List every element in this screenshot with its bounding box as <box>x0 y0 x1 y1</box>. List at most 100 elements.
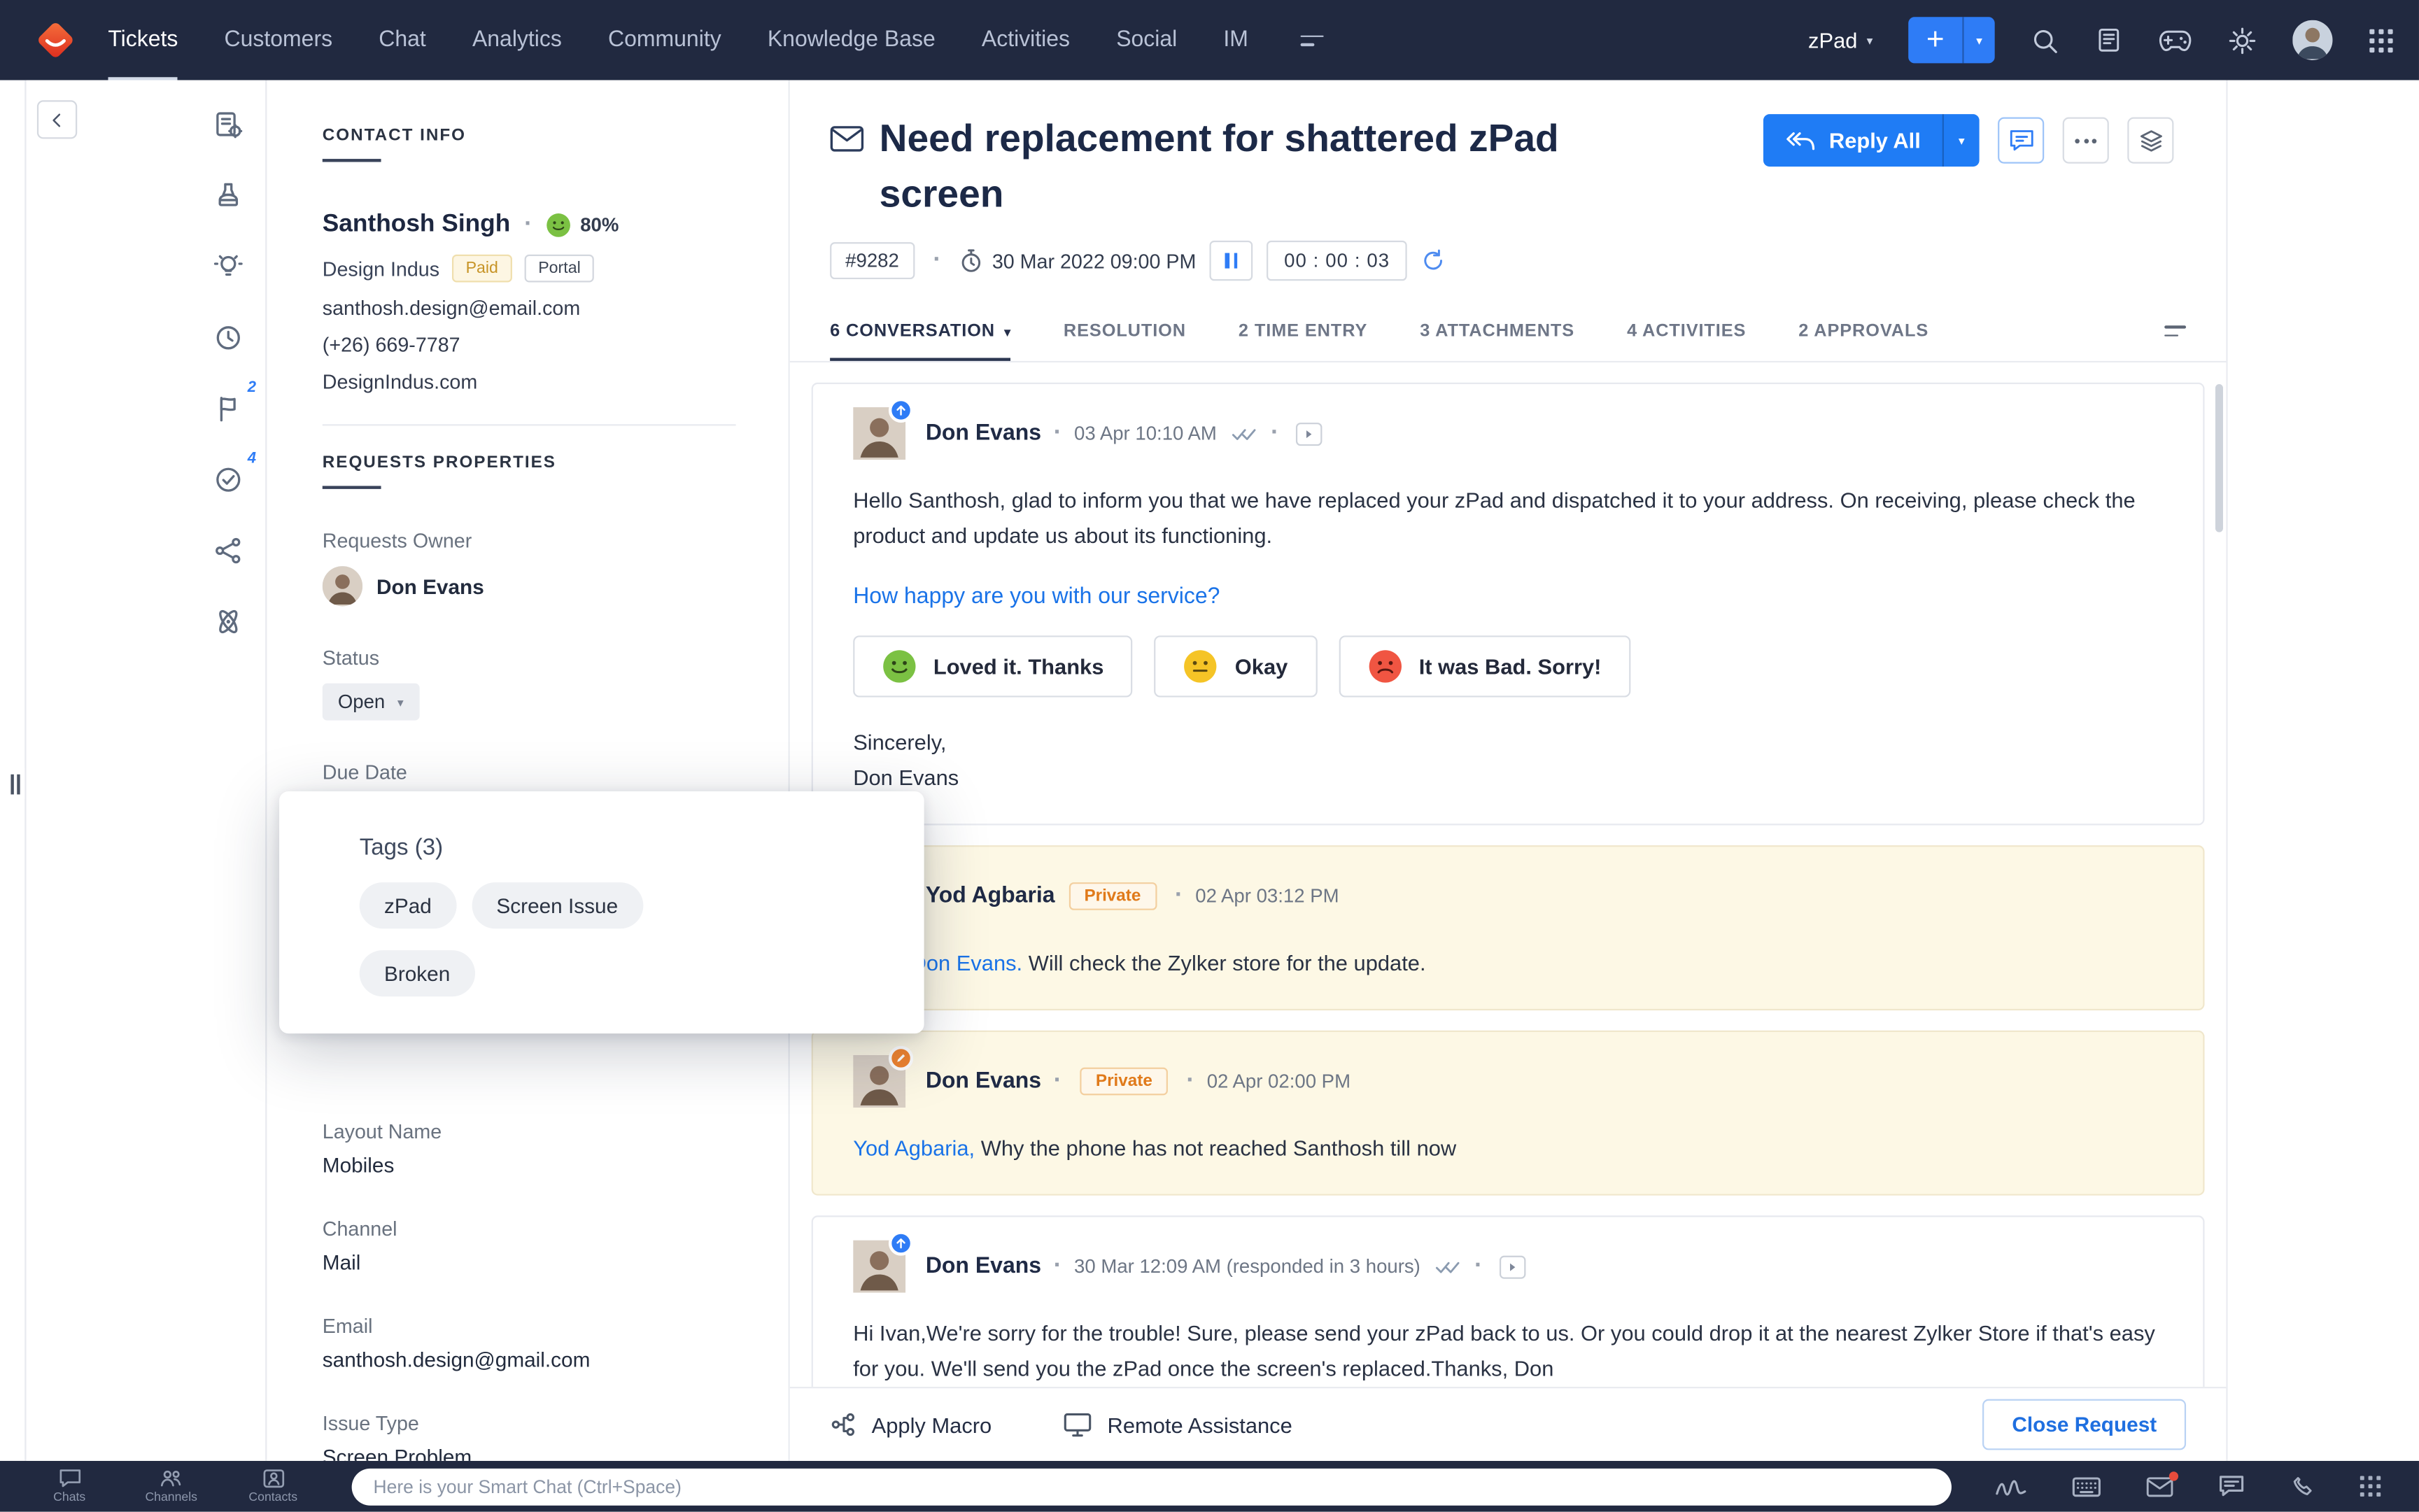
ticket-title: Need replacement for shattered zPad scre… <box>879 117 1559 216</box>
tab-attachments[interactable]: 3 ATTACHMENTS <box>1420 306 1574 361</box>
channel-value[interactable]: Mail <box>323 1251 736 1274</box>
check-badge: 4 <box>247 450 256 468</box>
bulb-icon[interactable] <box>197 232 259 302</box>
notebook-icon[interactable] <box>2095 26 2123 54</box>
survey-okay-button[interactable]: Okay <box>1155 635 1318 698</box>
topnav-right: zPad ▾ + ▾ <box>1808 17 2395 64</box>
message-body: Hello Santhosh, glad to inform you that … <box>853 487 2136 548</box>
stamp-icon[interactable] <box>197 160 259 231</box>
signature-line-1: Sincerely, <box>853 729 947 755</box>
smart-chat-input[interactable] <box>373 1475 1931 1497</box>
channels-button[interactable]: Channels <box>120 1469 223 1504</box>
chevron-down-icon: ▾ <box>397 695 404 709</box>
tab-conversation[interactable]: 6 CONVERSATION ▾ <box>830 306 1011 361</box>
nav-customers[interactable]: Customers <box>225 0 333 80</box>
reply-all-button[interactable]: Reply All ▾ <box>1763 114 1980 167</box>
close-request-button[interactable]: Close Request <box>1982 1399 2187 1450</box>
tab-approvals[interactable]: 2 APPROVALS <box>1798 306 1928 361</box>
nav-im[interactable]: IM <box>1223 0 1248 80</box>
separator-dot <box>1469 1252 1487 1280</box>
contact-website[interactable]: DesignIndus.com <box>323 370 736 393</box>
nav-more-icon[interactable] <box>1300 0 1324 80</box>
message-time: 03 Apr 10:10 AM <box>1074 423 1217 444</box>
nav-tickets[interactable]: Tickets <box>108 0 178 80</box>
zia-pen-icon[interactable] <box>1995 1476 2027 1497</box>
sent-badge-icon <box>888 397 914 423</box>
game-controller-icon[interactable] <box>2158 29 2192 52</box>
integrations-atom-icon[interactable] <box>197 586 259 657</box>
contact-company[interactable]: Design Indus <box>323 257 439 280</box>
panel-resize-handle[interactable] <box>6 768 25 800</box>
mention-link[interactable]: Don Evans. <box>911 950 1023 975</box>
contact-name[interactable]: Santhosh Singh <box>323 211 510 239</box>
smart-chat-input-wrapper <box>351 1467 1952 1505</box>
survey-loved-it-button[interactable]: Loved it. Thanks <box>853 635 1134 698</box>
add-new-button[interactable]: + ▾ <box>1908 17 1995 64</box>
expand-message-icon[interactable] <box>1500 1255 1526 1278</box>
tag-pill[interactable]: Screen Issue <box>472 882 643 929</box>
check-circle-icon[interactable]: 4 <box>197 444 259 515</box>
status-dropdown[interactable]: Open ▾ <box>322 683 419 721</box>
tab-resolution[interactable]: RESOLUTION <box>1064 306 1186 361</box>
ticket-tabs: 6 CONVERSATION ▾ RESOLUTION 2 TIME ENTRY… <box>789 306 2227 363</box>
email-value[interactable]: santhosh.design@gmail.com <box>323 1348 736 1371</box>
scrollbar-thumb[interactable] <box>2215 383 2223 532</box>
contact-phone[interactable]: (+26) 669-7787 <box>323 333 736 356</box>
nav-analytics[interactable]: Analytics <box>472 0 562 80</box>
more-actions-button[interactable] <box>2062 117 2109 164</box>
keyboard-icon[interactable] <box>2072 1476 2101 1497</box>
reply-options-caret-icon[interactable]: ▾ <box>1942 114 1980 167</box>
survey-bad-button[interactable]: It was Bad. Sorry! <box>1339 635 1631 698</box>
layers-button[interactable] <box>2127 117 2174 164</box>
apps-grid-icon[interactable] <box>2359 1475 2382 1498</box>
survey-question-link[interactable]: How happy are you with our service? <box>853 585 2163 609</box>
owner-name[interactable]: Don Evans <box>376 574 484 598</box>
mail-notification-icon[interactable] <box>2146 1471 2179 1497</box>
chat-bubble-icon[interactable] <box>2218 1475 2244 1498</box>
plus-icon[interactable]: + <box>1908 17 1964 64</box>
tab-activities[interactable]: 4 ACTIVITIES <box>1627 306 1746 361</box>
issue-type-value[interactable]: Screen Problem <box>323 1446 736 1461</box>
tag-pill[interactable]: zPad <box>359 882 457 929</box>
apply-macro-button[interactable]: Apply Macro <box>830 1411 992 1437</box>
department-label: zPad <box>1808 27 1858 52</box>
search-icon[interactable] <box>2030 25 2059 55</box>
share-icon[interactable] <box>197 515 259 586</box>
ticket-properties-icon[interactable] <box>197 90 259 160</box>
contact-email[interactable]: santhosh.design@email.com <box>323 296 736 319</box>
message-author[interactable]: Don Evans <box>926 1254 1041 1278</box>
mention-link[interactable]: Yod Agbaria, <box>853 1136 975 1160</box>
nav-community[interactable]: Community <box>608 0 721 80</box>
tabs-more-icon[interactable] <box>2164 325 2187 337</box>
status-value: Open <box>337 691 386 713</box>
add-new-caret-icon[interactable]: ▾ <box>1964 17 1995 63</box>
chats-button[interactable]: Chats <box>18 1469 120 1504</box>
message-author[interactable]: Yod Agbaria <box>926 884 1055 908</box>
contacts-button[interactable]: Contacts <box>222 1469 324 1504</box>
timer-reset-icon[interactable] <box>1420 248 1445 273</box>
timer-pause-button[interactable] <box>1210 240 1253 281</box>
nav-knowledge-base[interactable]: Knowledge Base <box>768 0 936 80</box>
flag-icon[interactable]: 2 <box>197 374 259 444</box>
history-icon[interactable] <box>197 302 259 373</box>
nav-chat[interactable]: Chat <box>379 0 426 80</box>
user-avatar[interactable] <box>2292 20 2333 60</box>
phone-icon[interactable] <box>2290 1474 2314 1499</box>
apps-grid-icon[interactable] <box>2368 27 2394 53</box>
tab-time-entry[interactable]: 2 TIME ENTRY <box>1239 306 1367 361</box>
message-author[interactable]: Don Evans <box>926 421 1041 446</box>
nav-activities[interactable]: Activities <box>982 0 1070 80</box>
remote-assistance-button[interactable]: Remote Assistance <box>1063 1411 1292 1437</box>
back-button[interactable] <box>36 100 78 139</box>
contact-panel: CONTACT INFO Santhosh Singh 80% Design I… <box>267 80 790 1461</box>
channels-label: Channels <box>145 1490 197 1504</box>
comment-button[interactable] <box>1998 117 2045 164</box>
expand-message-icon[interactable] <box>1296 421 1323 446</box>
zoho-desk-logo-icon[interactable] <box>34 18 78 62</box>
department-selector[interactable]: zPad ▾ <box>1808 28 1873 52</box>
message-author[interactable]: Don Evans <box>926 1069 1041 1094</box>
layout-value[interactable]: Mobiles <box>323 1154 736 1177</box>
settings-gear-icon[interactable] <box>2228 25 2257 55</box>
nav-social[interactable]: Social <box>1116 0 1177 80</box>
tag-pill[interactable]: Broken <box>359 950 475 997</box>
